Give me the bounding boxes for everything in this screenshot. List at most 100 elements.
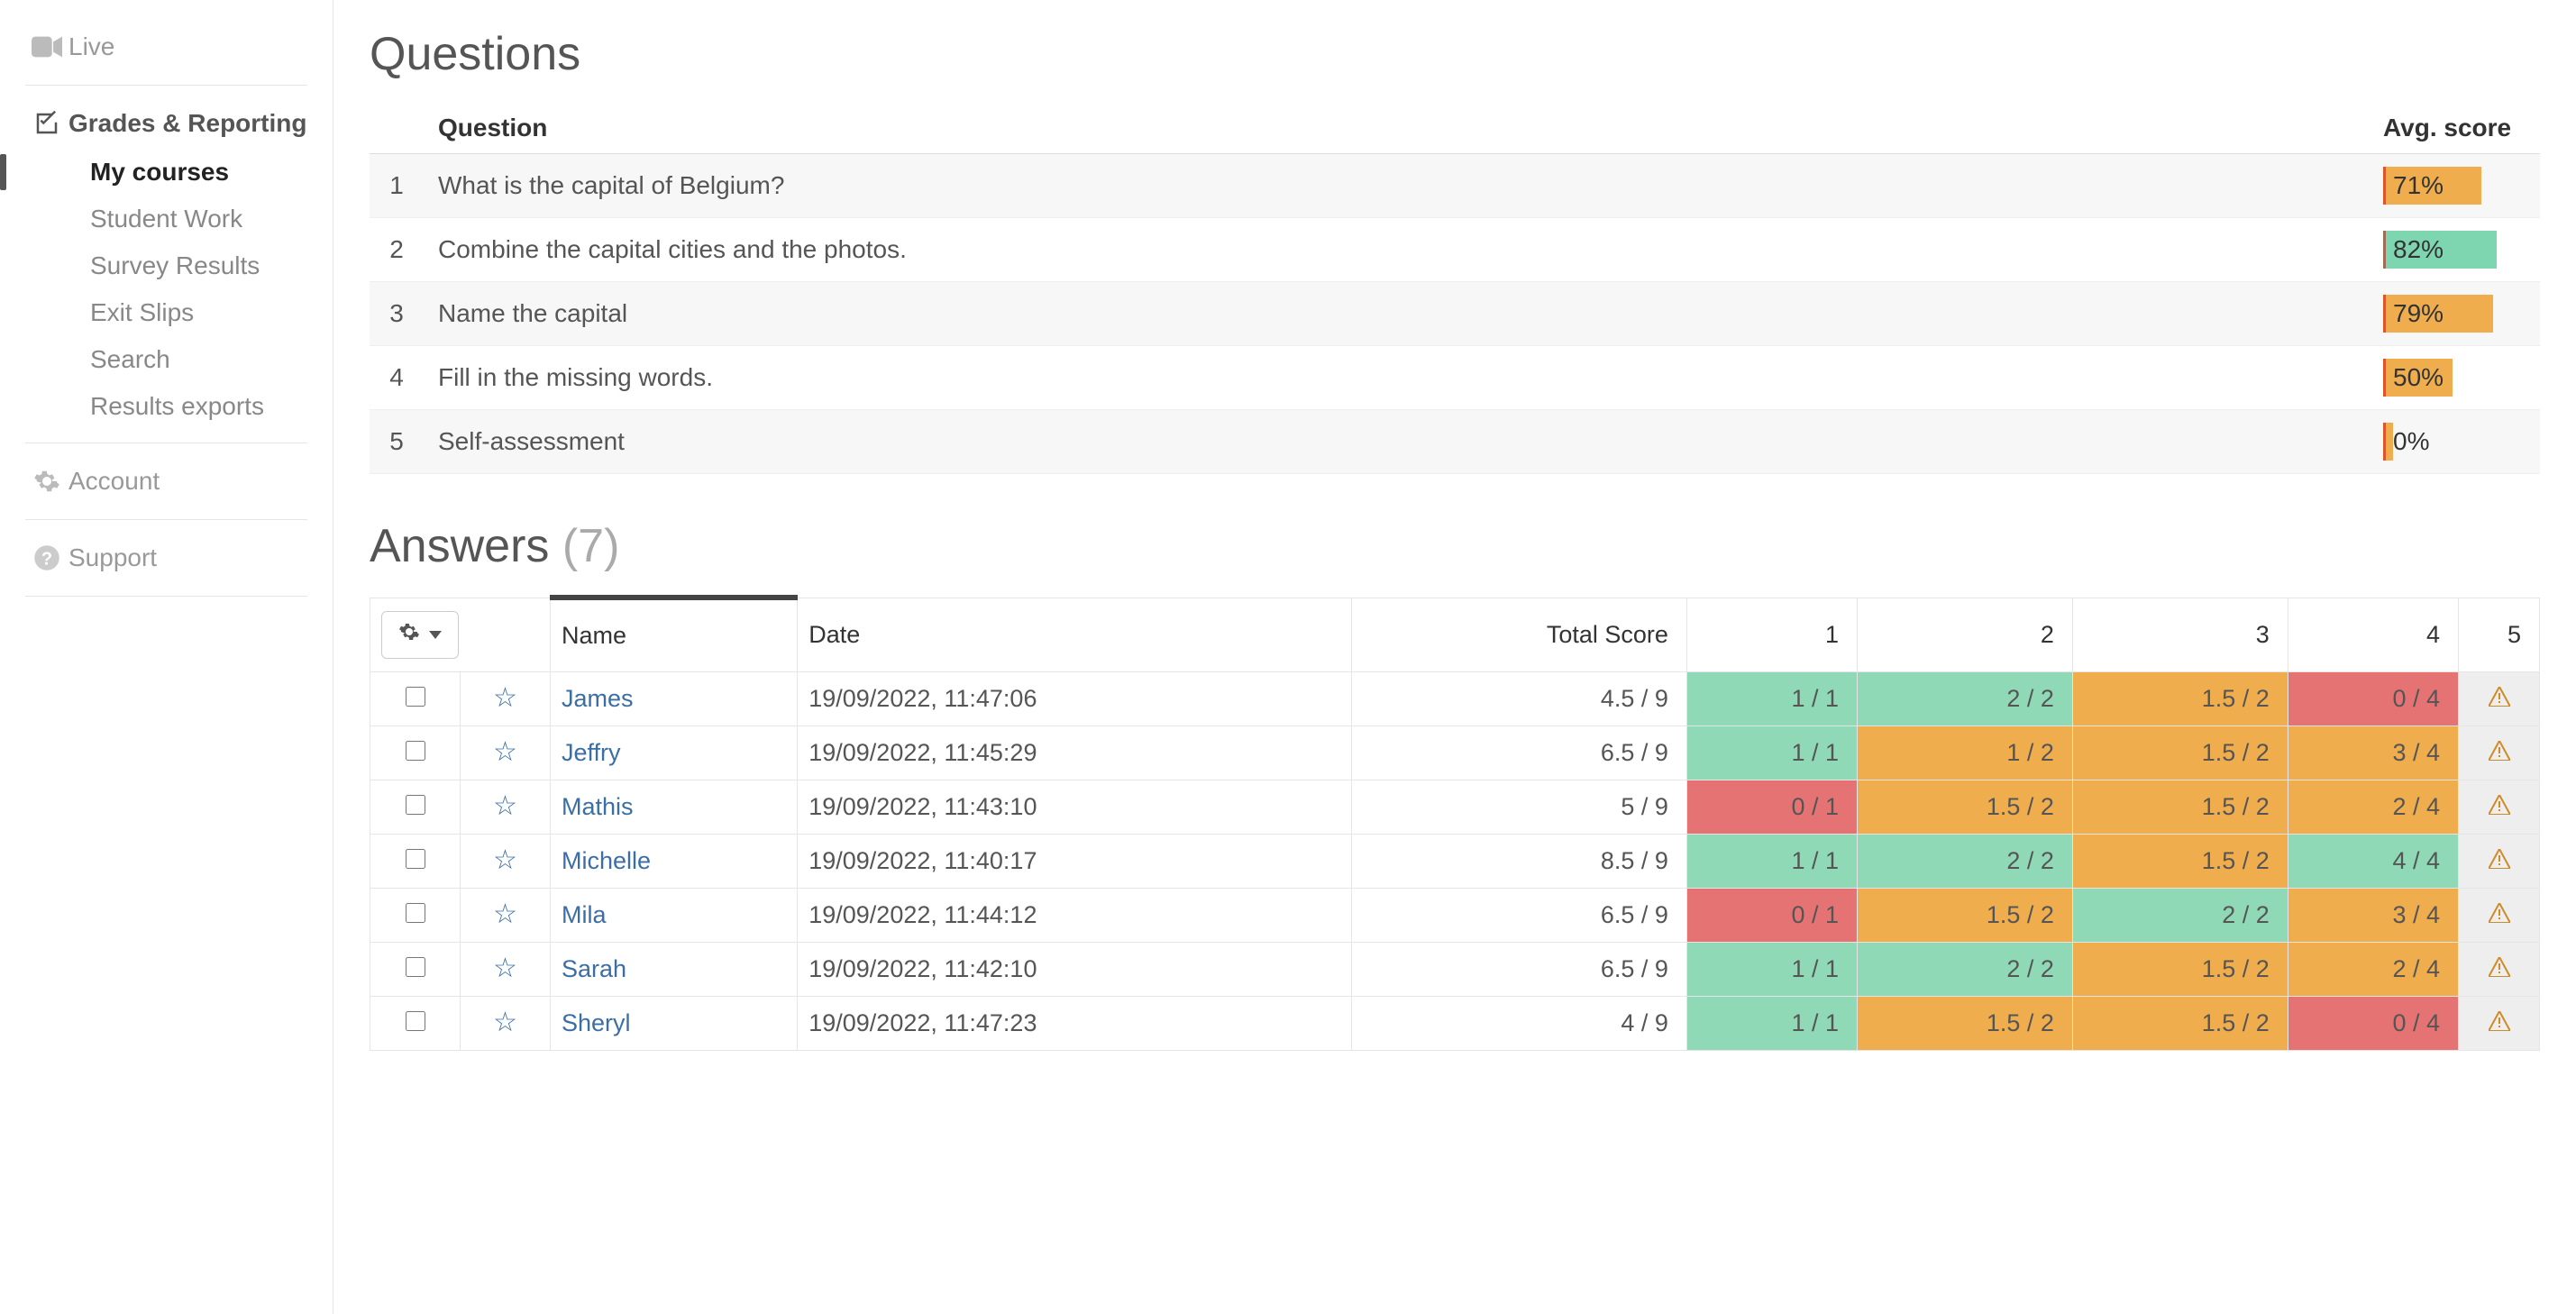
answer-cell-q1[interactable]: 1 / 1: [1686, 996, 1857, 1050]
star-icon[interactable]: ☆: [493, 901, 517, 928]
answer-cell-q1[interactable]: 1 / 1: [1686, 725, 1857, 780]
answer-cell-q2[interactable]: 2 / 2: [1858, 942, 2073, 996]
row-checkbox[interactable]: [406, 903, 425, 923]
answer-cell-q3[interactable]: 1.5 / 2: [2072, 780, 2288, 834]
answer-cell-q4[interactable]: 4 / 4: [2288, 834, 2458, 888]
star-icon[interactable]: ☆: [493, 1009, 517, 1036]
row-checkbox[interactable]: [406, 687, 425, 707]
sidebar-item-account[interactable]: Account: [25, 456, 307, 506]
star-icon[interactable]: ☆: [493, 685, 517, 712]
answer-cell-q3[interactable]: 2 / 2: [2072, 888, 2288, 942]
row-checkbox[interactable]: [406, 741, 425, 761]
sidebar-item-live[interactable]: Live: [25, 22, 307, 72]
answer-cell-q1[interactable]: 0 / 1: [1686, 780, 1857, 834]
answer-cell-warning[interactable]: [2459, 834, 2540, 888]
question-row[interactable]: 4Fill in the missing words.50%: [370, 346, 2540, 410]
answer-cell-q4[interactable]: 0 / 4: [2288, 671, 2458, 725]
col-q5[interactable]: 5: [2459, 598, 2540, 671]
help-icon: ?: [25, 544, 69, 571]
answer-cell-q2[interactable]: 2 / 2: [1858, 834, 2073, 888]
student-name: Jeffry: [551, 725, 798, 780]
question-text: What is the capital of Belgium?: [424, 154, 2369, 218]
answer-cell-q2[interactable]: 1.5 / 2: [1858, 888, 2073, 942]
submission-date: 19/09/2022, 11:42:10: [798, 942, 1352, 996]
answer-cell-q2[interactable]: 1.5 / 2: [1858, 780, 2073, 834]
answer-cell-q4[interactable]: 0 / 4: [2288, 996, 2458, 1050]
sidebar-sub-survey-results[interactable]: Survey Results: [25, 242, 307, 289]
student-link[interactable]: Michelle: [562, 847, 651, 874]
answer-cell-q4[interactable]: 2 / 4: [2288, 942, 2458, 996]
answer-cell-q1[interactable]: 1 / 1: [1686, 834, 1857, 888]
answer-cell-warning[interactable]: [2459, 942, 2540, 996]
col-name[interactable]: Name: [551, 598, 798, 671]
answer-cell-q3[interactable]: 1.5 / 2: [2072, 725, 2288, 780]
sidebar-sub-exit-slips[interactable]: Exit Slips: [25, 289, 307, 336]
chevron-down-icon: [429, 631, 442, 639]
row-checkbox[interactable]: [406, 795, 425, 815]
answer-cell-q1[interactable]: 0 / 1: [1686, 888, 1857, 942]
answer-cell-q4[interactable]: 2 / 4: [2288, 780, 2458, 834]
warning-icon: [2489, 687, 2510, 707]
score-bar: 79%: [2383, 295, 2493, 333]
total-score: 6.5 / 9: [1352, 942, 1687, 996]
question-row[interactable]: 3Name the capital79%: [370, 282, 2540, 346]
answer-cell-q1[interactable]: 1 / 1: [1686, 671, 1857, 725]
col-q2[interactable]: 2: [1858, 598, 2073, 671]
answer-cell-q2[interactable]: 1 / 2: [1858, 725, 2073, 780]
answer-cell-q3[interactable]: 1.5 / 2: [2072, 834, 2288, 888]
col-q4[interactable]: 4: [2288, 598, 2458, 671]
questions-heading: Questions: [370, 27, 2540, 81]
answer-cell-warning[interactable]: [2459, 996, 2540, 1050]
col-q1[interactable]: 1: [1686, 598, 1857, 671]
question-number: 2: [370, 218, 424, 282]
row-star-cell: ☆: [461, 942, 551, 996]
answer-cell-q1[interactable]: 1 / 1: [1686, 942, 1857, 996]
student-link[interactable]: Sheryl: [562, 1009, 631, 1036]
answer-cell-warning[interactable]: [2459, 780, 2540, 834]
sidebar-item-support[interactable]: ? Support: [25, 533, 307, 583]
row-checkbox[interactable]: [406, 1011, 425, 1031]
row-checkbox[interactable]: [406, 849, 425, 869]
submission-date: 19/09/2022, 11:47:23: [798, 996, 1352, 1050]
row-checkbox[interactable]: [406, 957, 425, 977]
sidebar-sub-search[interactable]: Search: [25, 336, 307, 383]
star-icon[interactable]: ☆: [493, 847, 517, 874]
answer-cell-warning[interactable]: [2459, 671, 2540, 725]
answer-cell-q4[interactable]: 3 / 4: [2288, 725, 2458, 780]
student-link[interactable]: Sarah: [562, 955, 626, 982]
star-icon[interactable]: ☆: [493, 793, 517, 820]
total-score: 6.5 / 9: [1352, 725, 1687, 780]
row-star-cell: ☆: [461, 888, 551, 942]
col-q3[interactable]: 3: [2072, 598, 2288, 671]
answer-cell-q3[interactable]: 1.5 / 2: [2072, 671, 2288, 725]
sidebar-sub-student-work[interactable]: Student Work: [25, 196, 307, 242]
question-row[interactable]: 1What is the capital of Belgium?71%: [370, 154, 2540, 218]
student-link[interactable]: James: [562, 685, 634, 712]
answer-cell-q4[interactable]: 3 / 4: [2288, 888, 2458, 942]
bulk-actions-button[interactable]: [381, 611, 459, 659]
col-total[interactable]: Total Score: [1352, 598, 1687, 671]
submission-date: 19/09/2022, 11:43:10: [798, 780, 1352, 834]
student-link[interactable]: Jeffry: [562, 739, 621, 766]
answer-cell-warning[interactable]: [2459, 888, 2540, 942]
answer-cell-q3[interactable]: 1.5 / 2: [2072, 942, 2288, 996]
student-link[interactable]: Mathis: [562, 793, 634, 820]
student-link[interactable]: Mila: [562, 901, 607, 928]
answer-cell-q2[interactable]: 1.5 / 2: [1858, 996, 2073, 1050]
sidebar-sub-results-exports[interactable]: Results exports: [25, 383, 307, 430]
answer-row: ☆Jeffry19/09/2022, 11:45:296.5 / 91 / 11…: [370, 725, 2540, 780]
question-number: 3: [370, 282, 424, 346]
question-row[interactable]: 2Combine the capital cities and the phot…: [370, 218, 2540, 282]
answer-cell-q2[interactable]: 2 / 2: [1858, 671, 2073, 725]
submission-date: 19/09/2022, 11:45:29: [798, 725, 1352, 780]
svg-text:?: ?: [41, 550, 52, 570]
star-icon[interactable]: ☆: [493, 955, 517, 982]
col-date[interactable]: Date: [798, 598, 1352, 671]
question-row[interactable]: 5Self-assessment0%: [370, 410, 2540, 474]
warning-icon: [2489, 741, 2510, 761]
answer-cell-warning[interactable]: [2459, 725, 2540, 780]
answer-cell-q3[interactable]: 1.5 / 2: [2072, 996, 2288, 1050]
sidebar-sub-my-courses[interactable]: My courses: [25, 149, 307, 196]
star-icon[interactable]: ☆: [493, 739, 517, 766]
sidebar-item-grades[interactable]: Grades & Reporting: [0, 98, 307, 149]
